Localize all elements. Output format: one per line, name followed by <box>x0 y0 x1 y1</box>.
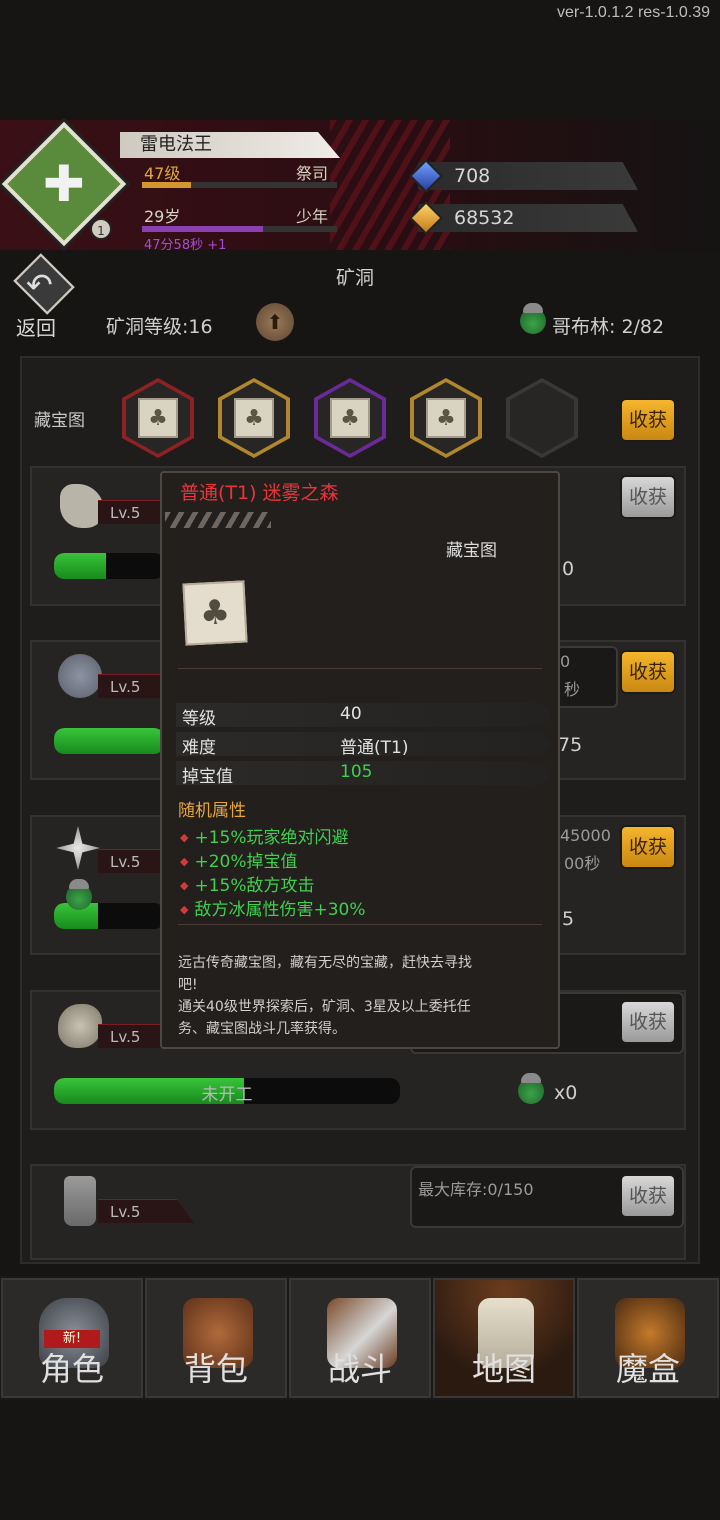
goblin-assigned-count: x0 <box>554 1082 578 1104</box>
mine-harvest-button[interactable]: 收获 <box>620 1174 676 1218</box>
tooltip-row-key: 等级 <box>182 709 216 729</box>
tooltip-attribute: 敌方冰属性伤害+30% <box>180 895 365 920</box>
player-level: 47级 <box>144 164 181 183</box>
mine-harvest-button[interactable]: 收获 <box>620 1000 676 1044</box>
nav-label: 角色 <box>39 1350 104 1388</box>
goblin-icon <box>518 1073 544 1104</box>
tooltip-row-level: 等级 40 <box>176 703 552 729</box>
mine-status-text: 未开工 <box>201 1085 253 1105</box>
gold-counter: 68532 <box>418 204 638 232</box>
tooltip-divider <box>178 668 542 669</box>
tooltip-attribute: +15%敌方攻击 <box>180 871 314 896</box>
priest-cross-icon: ✚ <box>43 155 85 213</box>
mine-side-value: 0 <box>562 558 575 580</box>
back-arrow-icon: ↶ <box>26 266 53 304</box>
mine-side-value: 75 <box>558 734 583 756</box>
tooltip-row-difficulty: 难度 普通(T1) <box>176 732 552 758</box>
iron-coin-icon <box>58 654 102 698</box>
tooltip-title: 普通(T1) 迷雾之森 <box>180 482 339 504</box>
new-badge: 新! <box>44 1330 100 1348</box>
mine-harvest-button[interactable]: 收获 <box>620 825 676 869</box>
tooltip-attributes-heading: 随机属性 <box>178 801 246 821</box>
player-name: 雷电法王 <box>120 132 340 158</box>
tooltip-rarity-stripes <box>165 512 271 528</box>
tooltip-row-drop-value: 掉宝值 105 <box>176 761 552 787</box>
nav-label: 魔盒 <box>615 1350 680 1388</box>
page-title: 矿洞 <box>336 267 375 289</box>
tooltip-description-line: 远古传奇藏宝图，藏有无尽的宝藏，赶快去寻找 <box>178 955 472 971</box>
tooltip-description: 远古传奇藏宝图，藏有无尽的宝藏，赶快去寻找 吧! 通关40级世界探索后，矿洞、3… <box>178 952 544 1040</box>
tooltip-row-key: 难度 <box>182 738 216 758</box>
nav-label: 背包 <box>183 1350 248 1388</box>
tooltip-row-value: 普通(T1) <box>340 738 409 758</box>
tooltip-description-line: 通关40级世界探索后，矿洞、3星及以上委托任 <box>178 999 471 1015</box>
tooltip-row-value: 105 <box>340 762 373 782</box>
age-progress-fill <box>142 226 263 232</box>
nav-map[interactable]: 地图 <box>433 1278 575 1398</box>
mine-level: 矿洞等级:16 <box>106 316 213 338</box>
mine-max-stock: 最大库存:0/150 <box>418 1180 534 1199</box>
nav-battle[interactable]: 战斗 <box>289 1278 431 1398</box>
mine-info-a: 0 <box>560 652 571 671</box>
avatar-badge: 1 <box>90 218 112 240</box>
goblin-worker-icon <box>66 879 92 910</box>
treasure-map-icon: ♣ <box>426 398 466 438</box>
nav-label: 地图 <box>471 1350 536 1388</box>
upgrade-mine-button[interactable]: ⬆ <box>256 303 294 341</box>
mine-info-b: 00秒 <box>564 854 601 873</box>
level-progress-fill <box>142 182 191 188</box>
player-class: 祭司 <box>296 164 329 183</box>
treasure-map-icon: ♣ <box>330 398 370 438</box>
mine-side-value: 5 <box>562 908 575 930</box>
mine-info-b: 秒 <box>564 680 581 699</box>
tooltip-description-line: 吧! <box>178 977 198 993</box>
mine-progress-fill <box>54 728 160 754</box>
bottle-resource-icon <box>64 1176 96 1226</box>
mine-harvest-button[interactable]: 收获 <box>620 650 676 694</box>
mine-harvest-button[interactable]: 收获 <box>620 475 676 519</box>
treasure-map-label: 藏宝图 <box>34 411 85 431</box>
player-stage: 少年 <box>296 207 329 226</box>
goblin-icon <box>520 303 546 334</box>
mine-progress-bar <box>54 728 164 754</box>
nav-magic-box[interactable]: 魔盒 <box>577 1278 719 1398</box>
tooltip-divider <box>178 924 542 925</box>
mine-progress-fill <box>54 553 106 579</box>
treasure-map-icon: ♣ <box>234 398 274 438</box>
tooltip-attribute: +15%玩家绝对闪避 <box>180 823 348 848</box>
nav-backpack[interactable]: 背包 <box>145 1278 287 1398</box>
age-timer: 47分58秒 +1 <box>144 238 227 253</box>
tooltip-item-type: 藏宝图 <box>446 541 497 561</box>
tooltip-attribute: +20%掉宝值 <box>180 847 297 872</box>
version-label: ver-1.0.1.2 res-1.0.39 <box>557 4 710 21</box>
mine-info-a: 45000 <box>560 826 611 845</box>
nav-label: 战斗 <box>327 1350 392 1388</box>
mine-progress-bar <box>54 553 164 579</box>
stone-resource-icon <box>58 1004 102 1048</box>
back-label[interactable]: 返回 <box>16 312 56 341</box>
treasure-map-icon: ♣ <box>182 580 248 646</box>
tooltip-description-line: 务、藏宝图战斗几率获得。 <box>178 1021 346 1037</box>
player-age: 29岁 <box>144 207 181 226</box>
treasure-harvest-button[interactable]: 收获 <box>620 398 676 442</box>
tooltip-row-key: 掉宝值 <box>182 767 233 787</box>
gem-counter: 708 <box>418 162 638 190</box>
goblin-count: 哥布林: 2/82 <box>552 316 665 338</box>
treasure-map-icon: ♣ <box>138 398 178 438</box>
tooltip-row-value: 40 <box>340 704 362 724</box>
